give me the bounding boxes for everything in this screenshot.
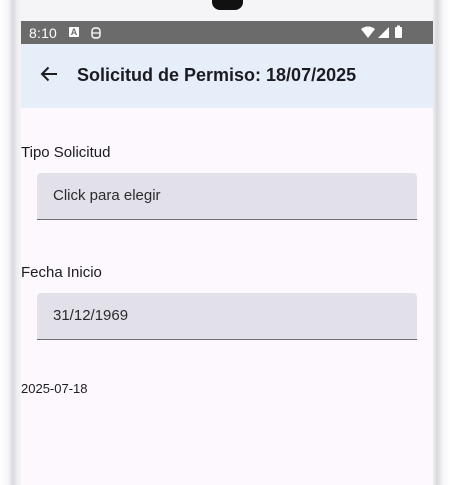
- signal-icon: [378, 27, 389, 38]
- phone-frame-left: [0, 0, 21, 485]
- status-bar: 8:10 A: [21, 21, 433, 44]
- back-button[interactable]: [31, 58, 67, 94]
- tipo-solicitud-value: Click para elegir: [53, 187, 161, 204]
- page-title: Solicitud de Permiso: 18/07/2025: [77, 65, 357, 85]
- tipo-solicitud-label: Tipo Solicitud: [21, 144, 111, 161]
- fecha-inicio-label: Fecha Inicio: [21, 264, 102, 281]
- phone-frame-right: [433, 0, 450, 485]
- wifi-icon: [361, 26, 375, 38]
- arrow-left-icon: [39, 64, 59, 89]
- fecha-inicio-value: 31/12/1969: [53, 307, 129, 324]
- android-debug-icon: [90, 26, 102, 39]
- camera-notch: [212, 0, 243, 10]
- battery-icon: [395, 25, 402, 38]
- tipo-solicitud-select[interactable]: Click para elegir: [37, 173, 417, 220]
- selected-date-text: 2025-07-18: [21, 381, 88, 396]
- device: 8:10 A Solicitud de Permiso: 18/07/2025 …: [0, 0, 450, 485]
- status-time: 8:10: [29, 25, 58, 41]
- screen: 8:10 A Solicitud de Permiso: 18/07/2025 …: [21, 21, 433, 485]
- notification-a-icon: A: [69, 27, 79, 37]
- status-icons: [361, 25, 407, 40]
- fecha-inicio-field[interactable]: 31/12/1969: [37, 293, 417, 340]
- app-bar: Solicitud de Permiso: 18/07/2025: [21, 44, 433, 108]
